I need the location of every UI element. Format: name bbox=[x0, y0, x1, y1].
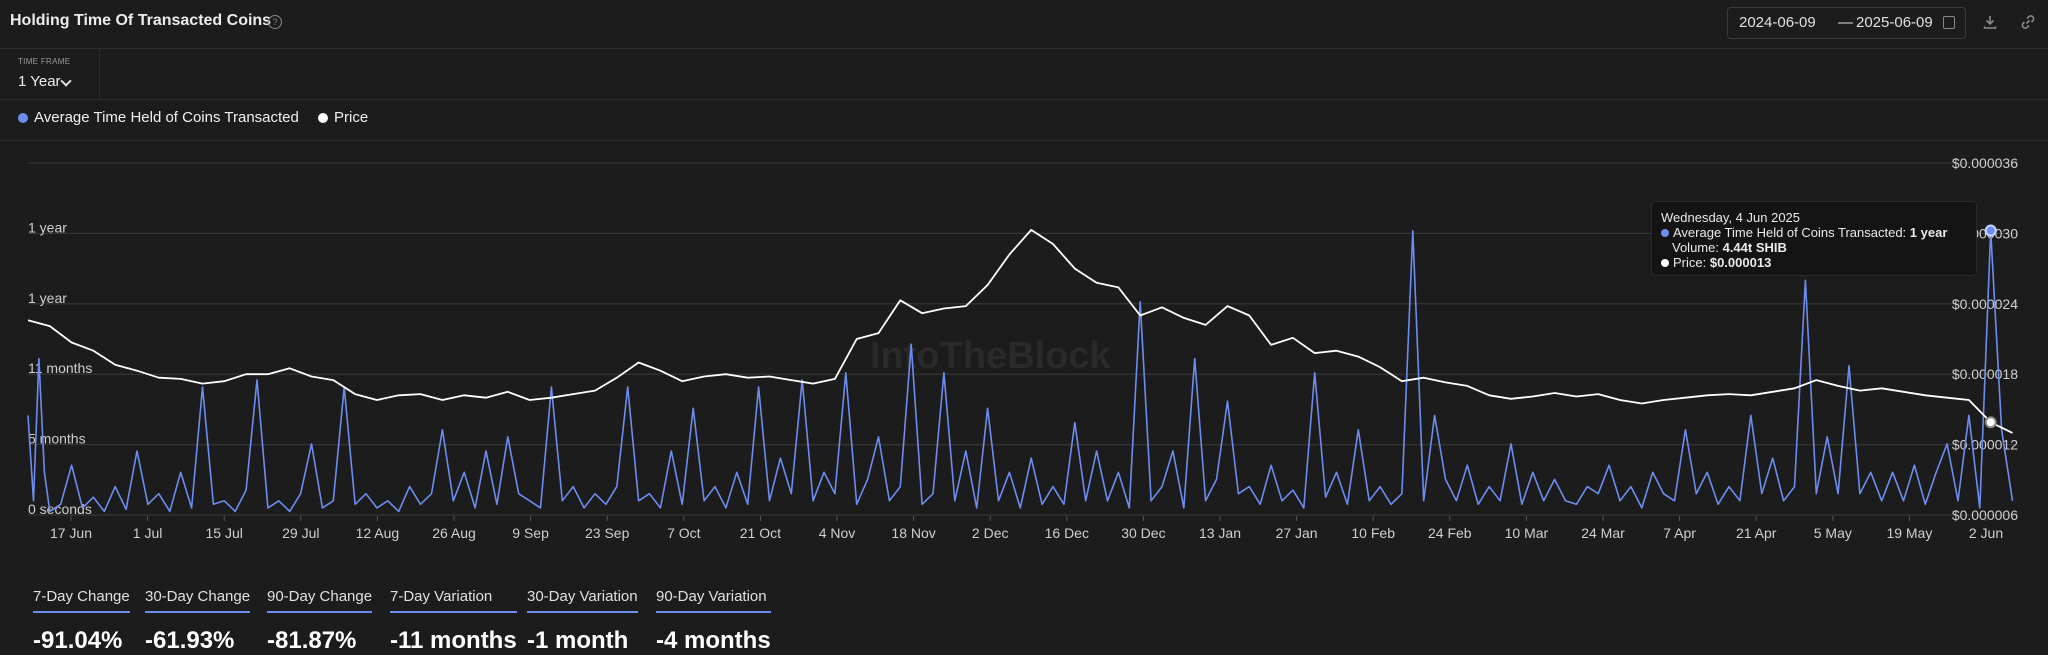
x-axis-tick-label: 4 Nov bbox=[819, 525, 856, 541]
tooltip-volume-value: 4.44t SHIB bbox=[1722, 240, 1787, 255]
legend-dot-icon bbox=[318, 113, 328, 123]
legend-label: Average Time Held of Coins Transacted bbox=[34, 109, 299, 126]
x-axis-tick-label: 24 Feb bbox=[1428, 525, 1472, 541]
x-axis-tick-label: 30 Dec bbox=[1121, 525, 1165, 541]
x-axis-tick-label: 13 Jan bbox=[1199, 525, 1241, 541]
metric-value: -81.87% bbox=[267, 627, 357, 654]
x-axis-tick-label: 18 Nov bbox=[891, 525, 935, 541]
tooltip-date: Wednesday, 4 Jun 2025 bbox=[1661, 210, 1801, 225]
tooltip-dot-icon bbox=[1661, 229, 1669, 237]
x-axis-tick-label: 10 Feb bbox=[1351, 525, 1395, 541]
x-axis-tick-label: 23 Sep bbox=[585, 525, 630, 541]
date-to: 2025-06-09 bbox=[1856, 14, 1933, 31]
x-axis-tick-label: 1 Jul bbox=[133, 525, 163, 541]
tooltip-volume-label: Volume: bbox=[1672, 240, 1723, 255]
chevron-down-icon bbox=[60, 75, 72, 87]
right-axis-tick-label: $0.000024 bbox=[1952, 296, 2018, 312]
x-axis-tick-label: 7 Oct bbox=[667, 525, 701, 541]
x-axis-tick-label: 26 Aug bbox=[432, 525, 476, 541]
date-from: 2024-06-09 bbox=[1739, 14, 1816, 31]
header-bar: Holding Time Of Transacted Coins ? 2024-… bbox=[0, 0, 2048, 49]
metric-value: -61.93% bbox=[145, 627, 235, 654]
metric-value: -11 months bbox=[390, 627, 517, 654]
left-axis-tick-label: 1 year bbox=[28, 290, 67, 306]
x-axis-tick-label: 24 Mar bbox=[1581, 525, 1625, 541]
x-axis-tick-label: 5 May bbox=[1814, 525, 1852, 541]
tooltip-dot-icon bbox=[1661, 259, 1669, 267]
x-axis-tick-label: 17 Jun bbox=[50, 525, 92, 541]
tooltip-price-value: $0.000013 bbox=[1709, 255, 1772, 270]
x-axis-tick-label: 10 Mar bbox=[1505, 525, 1549, 541]
page-title: Holding Time Of Transacted Coins bbox=[10, 12, 272, 29]
right-axis-tick-label: $0.000006 bbox=[1952, 507, 2018, 523]
date-range-picker[interactable]: 2024-06-09 — 2025-06-09 bbox=[1727, 7, 1966, 39]
x-axis-tick-label: 29 Jul bbox=[282, 525, 319, 541]
legend-label: Price bbox=[334, 109, 369, 126]
calendar-icon[interactable] bbox=[1943, 16, 1955, 29]
metric-label: 30-Day Change bbox=[145, 588, 251, 613]
x-axis-tick-label: 21 Oct bbox=[740, 525, 781, 541]
left-axis-tick-label: 1 year bbox=[28, 219, 67, 235]
metric-value: -4 months bbox=[656, 627, 771, 654]
x-axis-tick-label: 21 Apr bbox=[1736, 525, 1777, 541]
x-axis-tick-label: 12 Aug bbox=[356, 525, 400, 541]
metric-label: 90-Day Change bbox=[267, 588, 373, 613]
x-axis-tick-label: 19 May bbox=[1886, 525, 1932, 541]
right-axis-tick-label: $0.000012 bbox=[1952, 437, 2018, 453]
metric-value: -1 month bbox=[527, 627, 629, 654]
metric-label: 7-Day Variation bbox=[390, 588, 517, 613]
metric-label: 7-Day Change bbox=[33, 588, 130, 613]
x-axis-tick-label: 15 Jul bbox=[206, 525, 243, 541]
chart-tooltip: Wednesday, 4 Jun 2025 Average Time Held … bbox=[1651, 201, 1977, 276]
tooltip-avg-label: Average Time Held of Coins Transacted: bbox=[1673, 225, 1910, 240]
metric-label: 30-Day Variation bbox=[527, 588, 638, 613]
date-separator: — bbox=[1838, 14, 1853, 31]
tooltip-avg-time: Average Time Held of Coins Transacted: 1… bbox=[1661, 225, 1947, 240]
legend-item-price[interactable]: Price bbox=[318, 109, 368, 126]
hover-point-price bbox=[1984, 416, 1997, 429]
x-axis-tick-label: 27 Jan bbox=[1276, 525, 1318, 541]
metric-label: 90-Day Variation bbox=[656, 588, 771, 613]
tooltip-price: Price: $0.000013 bbox=[1661, 255, 1771, 270]
time-frame-label: TIME FRAME bbox=[18, 57, 71, 66]
x-axis-tick-label: 2 Dec bbox=[972, 525, 1009, 541]
x-axis-tick-label: 7 Apr bbox=[1663, 525, 1696, 541]
metric-value: -91.04% bbox=[33, 627, 123, 654]
tooltip-volume: Volume: 4.44t SHIB bbox=[1672, 240, 1787, 255]
tooltip-avg-value: 1 year bbox=[1909, 225, 1948, 240]
time-frame-value: 1 Year bbox=[18, 73, 61, 90]
link-icon[interactable] bbox=[2020, 14, 2036, 30]
time-frame-selector[interactable]: TIME FRAME 1 Year bbox=[0, 49, 100, 99]
legend-item-avg-time[interactable]: Average Time Held of Coins Transacted bbox=[18, 109, 299, 126]
tooltip-price-label: Price: bbox=[1673, 255, 1710, 270]
divider bbox=[0, 99, 2048, 100]
download-icon[interactable] bbox=[1982, 14, 1998, 30]
x-axis-tick-label: 9 Sep bbox=[512, 525, 549, 541]
metrics-row: 7-Day Change -91.04% 30-Day Change -61.9… bbox=[0, 585, 2048, 654]
right-axis-tick-label: $0.000036 bbox=[1952, 155, 2018, 171]
x-axis-tick-label: 2 Jun bbox=[1969, 525, 2003, 541]
legend-dot-icon bbox=[18, 113, 28, 123]
hover-point-avg-time bbox=[1984, 224, 1997, 237]
x-axis-tick-label: 16 Dec bbox=[1045, 525, 1089, 541]
help-icon[interactable]: ? bbox=[268, 15, 282, 29]
left-axis-tick-label: 0 seconds bbox=[28, 501, 92, 517]
